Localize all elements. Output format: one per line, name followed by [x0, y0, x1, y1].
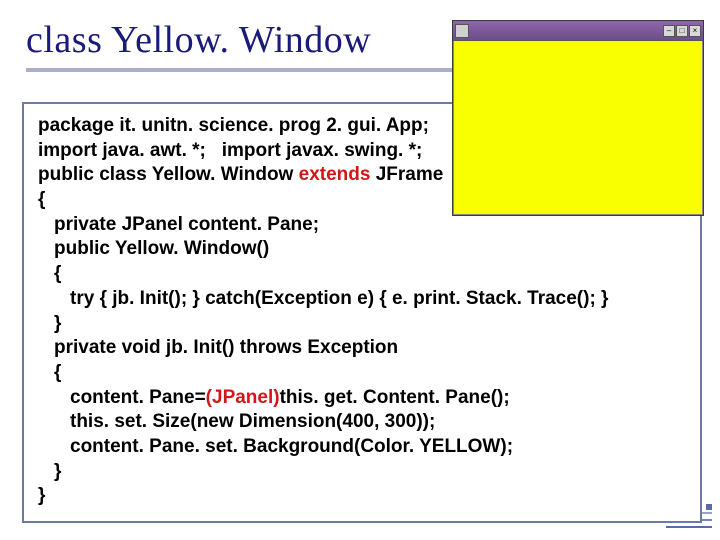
- code-line: content. Pane. set. Background(Color. YE…: [38, 435, 688, 460]
- code-line: private JPanel content. Pane;: [38, 213, 688, 238]
- cast-jpanel: (JPanel): [206, 387, 280, 408]
- code-line: {: [38, 262, 688, 287]
- code-line: public Yellow. Window(): [38, 237, 688, 262]
- code-text: import javax. swing. *;: [222, 140, 423, 161]
- minimize-icon: –: [663, 25, 675, 37]
- code-text: this. get. Content. Pane();: [280, 387, 510, 408]
- code-line: }: [38, 484, 688, 509]
- close-icon: ×: [689, 25, 701, 37]
- preview-window: – □ ×: [452, 20, 704, 216]
- code-line: this. set. Size(new Dimension(400, 300))…: [38, 410, 688, 435]
- code-text: JFrame: [370, 164, 443, 185]
- maximize-icon: □: [676, 25, 688, 37]
- keyword-extends: extends: [299, 164, 371, 185]
- code-line: }: [38, 460, 688, 485]
- code-text: import java. awt. *;: [38, 140, 206, 161]
- code-text: public class Yellow. Window: [38, 164, 299, 185]
- code-line: {: [38, 361, 688, 386]
- code-text: content. Pane=: [70, 387, 206, 408]
- preview-titlebar: – □ ×: [453, 21, 703, 41]
- window-app-icon: [455, 24, 469, 38]
- code-line: }: [38, 312, 688, 337]
- code-line: private void jb. Init() throws Exception: [38, 336, 688, 361]
- code-line: content. Pane=(JPanel)this. get. Content…: [38, 386, 688, 411]
- code-line: try { jb. Init(); } catch(Exception e) {…: [38, 287, 688, 312]
